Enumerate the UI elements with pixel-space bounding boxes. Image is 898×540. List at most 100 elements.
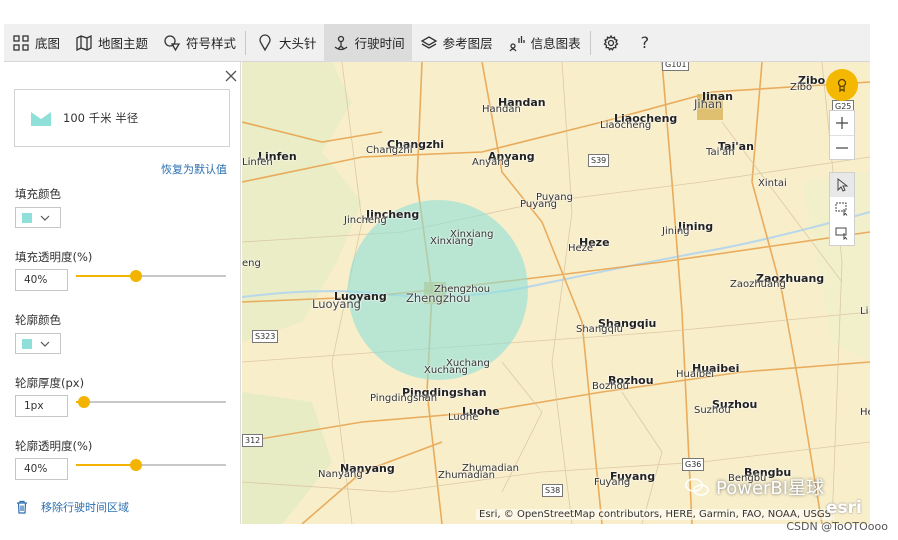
city-label: Nanyang [318, 469, 363, 480]
outline-color-swatch [22, 338, 32, 349]
locate-button[interactable] [826, 69, 858, 101]
city-label: Handan [482, 104, 521, 115]
city-label: Zhumadian [438, 470, 495, 481]
locate-icon [837, 78, 847, 93]
outline-transparency-label: 轮廓透明度(%) [15, 439, 93, 453]
slider-fill [76, 275, 136, 277]
map-icon [74, 33, 94, 53]
gear-icon [601, 33, 621, 53]
rectangle-select-icon [835, 202, 848, 216]
highway-shield: 312 [242, 434, 264, 447]
outline-transparency-input[interactable]: 40% [15, 458, 68, 480]
reset-to-default-link[interactable]: 恢复为默认值 [161, 161, 227, 177]
help-icon: ? [640, 33, 650, 52]
outline-transparency-slider[interactable] [76, 458, 226, 472]
fill-transparency-slider[interactable] [76, 269, 226, 283]
highway-shield: S38 [542, 484, 564, 497]
city-label: Xuchang [424, 365, 468, 376]
highway-shield: G101 [662, 62, 690, 71]
fill-color-swatch [22, 212, 32, 223]
outline-width-slider[interactable] [76, 395, 226, 409]
toolbar-help[interactable]: ? [633, 24, 658, 62]
toolbar-map-theme-label: 地图主题 [98, 36, 149, 51]
slider-thumb[interactable] [78, 396, 90, 408]
zoom-control [829, 110, 855, 160]
chevron-down-icon [40, 341, 50, 347]
city-label: Shangqiu [576, 324, 623, 335]
toolbar-drive-time[interactable]: 行驶时间 [323, 23, 412, 62]
city-label: Huaibei [676, 369, 715, 380]
slider-thumb[interactable] [130, 270, 142, 282]
wechat-icon [685, 478, 709, 496]
chevron-down-icon [40, 215, 50, 221]
infographic-icon [507, 33, 527, 53]
highway-shield: S323 [252, 330, 279, 343]
city-label: Heze [568, 243, 594, 254]
zoom-in-button[interactable] [830, 111, 854, 135]
city-label: He [860, 407, 870, 418]
drive-time-icon [331, 33, 351, 53]
csdn-credit: CSDN @ToOTOooo [786, 520, 888, 533]
city-label: Jincheng [344, 215, 387, 226]
pointer-select-button[interactable] [830, 173, 854, 197]
highway-shield: G36 [682, 458, 705, 471]
toolbar-symbol-style[interactable]: 符号样式 [155, 24, 243, 62]
shapes-icon [162, 33, 182, 53]
map-attribution: Esri, © OpenStreetMap contributors, HERE… [476, 509, 834, 520]
outline-width-input[interactable]: 1px [15, 395, 68, 417]
grid-icon [11, 33, 31, 53]
toolbar-reference-layer-label: 参考图层 [442, 36, 493, 51]
city-label: Bozhou [592, 381, 630, 392]
city-label: Linfen [242, 157, 273, 168]
toolbar-basemap[interactable]: 底图 [4, 24, 67, 62]
esri-logo: esri [826, 498, 862, 518]
radius-preview-text: 100 千米 半径 [63, 111, 139, 125]
lasso-select-button[interactable] [830, 221, 854, 245]
slider-track [76, 401, 226, 403]
radius-preview: 100 千米 半径 [14, 89, 230, 147]
close-button[interactable] [224, 68, 238, 82]
toolbar-reference-layer[interactable]: 参考图层 [412, 24, 500, 62]
city-label: Xintai [758, 178, 787, 189]
toolbar-divider [245, 30, 247, 55]
remove-drive-time-label: 移除行驶时间区域 [41, 501, 129, 514]
trash-icon [17, 500, 27, 514]
rectangle-select-button[interactable] [830, 197, 854, 221]
city-label: Luohe [448, 412, 479, 423]
toolbar-settings[interactable] [593, 24, 633, 62]
city-label: Zaozhuang [730, 279, 786, 290]
city-label: Jining [662, 226, 690, 237]
city-label: eng [242, 258, 261, 269]
city-label: Puyang [520, 199, 557, 210]
city-label: Luoyang [312, 297, 361, 311]
fill-color-picker[interactable] [15, 207, 61, 228]
app-root: 底图 地图主题 符号样式 大头针 行驶时间 参考图层 信息图表 ? 100 千米… [0, 0, 898, 540]
toolbar-basemap-label: 底图 [35, 36, 61, 51]
plus-icon [836, 117, 848, 129]
pushpin-icon [255, 33, 275, 53]
city-label: Xinxiang [430, 236, 474, 247]
slider-fill [76, 464, 136, 466]
outline-color-picker[interactable] [15, 333, 61, 354]
highway-shield: S39 [588, 154, 610, 167]
city-label: Anyang [472, 157, 510, 168]
slider-thumb[interactable] [130, 459, 142, 471]
fill-color-label: 填充颜色 [15, 187, 61, 201]
map-canvas[interactable]: Handan Handan Liaocheng Liaocheng Jinan … [242, 62, 870, 524]
city-label: Changzhi [366, 145, 413, 156]
close-icon [225, 70, 237, 82]
toolbar-map-theme[interactable]: 地图主题 [67, 24, 155, 62]
city-label: Jinan [694, 97, 723, 111]
drive-time-panel: 100 千米 半径 恢复为默认值 填充颜色 填充透明度(%) 40% 轮廓颜色 … [4, 62, 241, 524]
fill-transparency-input[interactable]: 40% [15, 269, 68, 291]
city-label: Fuyang [594, 477, 631, 488]
toolbar-infographic-label: 信息图表 [530, 36, 581, 51]
toolbar-infographic[interactable]: 信息图表 [500, 24, 588, 62]
watermark-text: PowerBI星球 [716, 478, 825, 499]
zoom-out-button[interactable] [830, 135, 854, 159]
toolbar-pushpin[interactable]: 大头针 [248, 24, 324, 62]
lasso-select-icon [835, 227, 848, 240]
cursor-icon [837, 178, 849, 192]
watermark: PowerBI星球 [684, 474, 824, 500]
remove-drive-time-button[interactable]: 移除行驶时间区域 [15, 499, 129, 515]
